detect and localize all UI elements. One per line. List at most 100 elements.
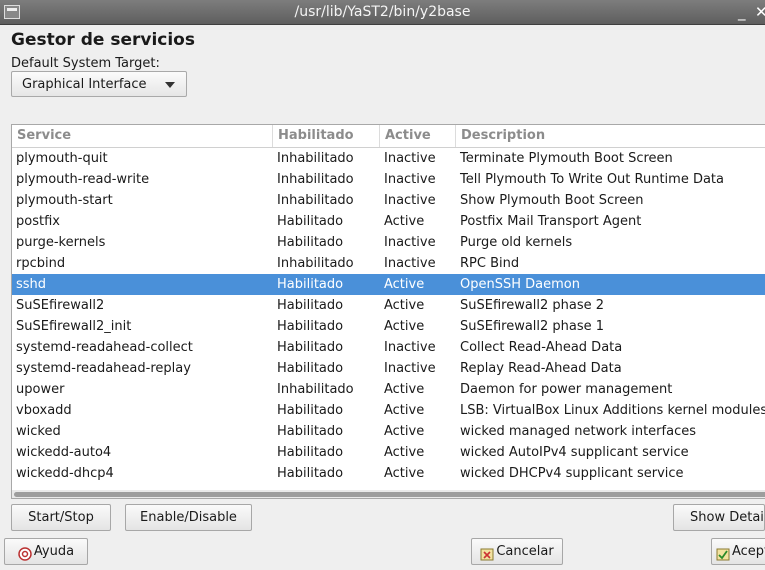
row-service: SuSEfirewall2	[16, 298, 105, 313]
cancel-button[interactable]: Cancelar	[471, 538, 563, 565]
default-target-label: Default System Target:	[11, 56, 160, 71]
row-description: Tell Plymouth To Write Out Runtime Data	[460, 172, 724, 187]
row-service: rpcbind	[16, 256, 66, 271]
row-enabled: Inhabilitado	[277, 193, 354, 208]
table-row[interactable]: wickedd-dhcp4 Habilitado Active wicked DHCP…	[12, 463, 765, 484]
window-titlebar: /usr/lib/YaST2/bin/y2base _ ✕	[0, 0, 765, 25]
row-active: Active	[384, 466, 425, 481]
row-enabled: Habilitado	[277, 277, 344, 292]
table-row[interactable]: plymouth-quit Inhabilitado Inactive Termina…	[12, 148, 765, 169]
table-row[interactable]: systemd-readahead-replay Habilitado Inacti…	[12, 358, 765, 379]
page-title: Gestor de servicios	[11, 30, 195, 50]
row-service: wickedd-auto4	[16, 445, 112, 460]
row-active: Inactive	[384, 235, 436, 250]
help-icon	[18, 545, 32, 561]
row-service: sshd	[16, 277, 47, 292]
row-active: Inactive	[384, 193, 436, 208]
row-active: Active	[384, 298, 425, 313]
row-description: LSB: VirtualBox Linux Additions kernel m…	[460, 403, 765, 418]
row-description: Postfix Mail Transport Agent	[460, 214, 642, 229]
row-enabled: Habilitado	[277, 214, 344, 229]
row-active: Inactive	[384, 172, 436, 187]
enable-disable-button[interactable]: Enable/Disable	[125, 504, 252, 531]
accept-icon	[716, 545, 730, 560]
help-button[interactable]: Ayuda	[4, 538, 88, 565]
row-active: Inactive	[384, 361, 436, 376]
row-service: systemd-readahead-collect	[16, 340, 193, 355]
table-row[interactable]: postfix Habilitado Active Postfix Mail Tran…	[12, 211, 765, 232]
row-enabled: Habilitado	[277, 361, 344, 376]
row-active: Active	[384, 382, 425, 397]
help-button-label: Ayuda	[33, 544, 75, 559]
row-service: postfix	[16, 214, 60, 229]
table-row[interactable]: upower Inhabilitado Active Daemon for power…	[12, 379, 765, 400]
row-service: plymouth-quit	[16, 151, 108, 166]
row-enabled: Habilitado	[277, 235, 344, 250]
row-active: Inactive	[384, 340, 436, 355]
show-details-button[interactable]: Show Details	[673, 504, 765, 531]
row-enabled: Inhabilitado	[277, 256, 354, 271]
row-enabled: Inhabilitado	[277, 151, 354, 166]
column-header-description[interactable]: Description	[456, 125, 765, 147]
row-service: upower	[16, 382, 65, 397]
table-row[interactable]: plymouth-start Inhabilitado Inactive Show P…	[12, 190, 765, 211]
accept-button[interactable]: Aceptar	[711, 538, 765, 565]
row-active: Active	[384, 445, 425, 460]
start-stop-button[interactable]: Start/Stop	[11, 504, 111, 531]
window-title: /usr/lib/YaST2/bin/y2base	[294, 4, 471, 20]
row-description: SuSEfirewall2 phase 1	[460, 319, 605, 334]
table-row[interactable]: systemd-readahead-collect Habilitado Inact…	[12, 337, 765, 358]
row-enabled: Inhabilitado	[277, 382, 354, 397]
table-row[interactable]: SuSEfirewall2 Habilitado Active SuSEfirewal…	[12, 295, 765, 316]
row-active: Inactive	[384, 256, 436, 271]
table-row[interactable]: plymouth-read-write Inhabilitado Inactive T…	[12, 169, 765, 190]
column-header-active[interactable]: Active	[380, 125, 456, 147]
row-active: Active	[384, 214, 425, 229]
table-row[interactable]: purge-kernels Habilitado Inactive Purge old…	[12, 232, 765, 253]
row-active: Active	[384, 319, 425, 334]
row-description: RPC Bind	[460, 256, 520, 271]
default-target-dropdown[interactable]: Graphical Interface	[11, 71, 187, 97]
row-active: Active	[384, 277, 425, 292]
row-service: SuSEfirewall2_init	[16, 319, 132, 334]
row-active: Active	[384, 424, 425, 439]
accept-button-label: Aceptar	[732, 544, 765, 559]
row-service: wickedd-dhcp4	[16, 466, 114, 481]
table-row[interactable]: SuSEfirewall2_init Habilitado Active SuSEfi…	[12, 316, 765, 337]
row-enabled: Habilitado	[277, 445, 344, 460]
row-active: Active	[384, 403, 425, 418]
row-description: wicked AutoIPv4 supplicant service	[460, 445, 689, 460]
minimize-icon[interactable]: _	[738, 2, 746, 22]
row-description: SuSEfirewall2 phase 2	[460, 298, 605, 313]
row-service: purge-kernels	[16, 235, 106, 250]
row-description: OpenSSH Daemon	[460, 277, 580, 292]
column-header-enabled[interactable]: Habilitado	[273, 125, 380, 147]
table-row[interactable]: rpcbind Inhabilitado Inactive RPC Bind	[12, 253, 765, 274]
row-enabled: Habilitado	[277, 340, 344, 355]
table-row[interactable]: wickedd-auto4 Habilitado Active wicked Auto…	[12, 442, 765, 463]
table-header: Service Habilitado Active Description	[12, 125, 765, 148]
row-enabled: Habilitado	[277, 319, 344, 334]
column-header-service[interactable]: Service	[12, 125, 273, 147]
row-active: Inactive	[384, 151, 436, 166]
cancel-button-label: Cancelar	[496, 544, 554, 559]
dropdown-arrow-icon	[165, 82, 175, 88]
row-description: wicked managed network interfaces	[460, 424, 696, 439]
row-service: wicked	[16, 424, 61, 439]
table-row[interactable]: wicked Habilitado Active wicked managed net…	[12, 421, 765, 442]
table-row[interactable]: sshd Habilitado Active OpenSSH Daemon	[12, 274, 765, 295]
services-table[interactable]: Service Habilitado Active Description pl…	[11, 124, 765, 499]
row-description: Purge old kernels	[460, 235, 573, 250]
horizontal-scrollbar[interactable]	[12, 490, 765, 498]
row-service: plymouth-read-write	[16, 172, 150, 187]
default-target-value: Graphical Interface	[22, 77, 147, 92]
row-description: Daemon for power management	[460, 382, 673, 397]
close-icon[interactable]: ✕	[755, 2, 765, 22]
scrollbar-thumb[interactable]	[14, 492, 765, 497]
row-description: Terminate Plymouth Boot Screen	[460, 151, 673, 166]
row-enabled: Habilitado	[277, 466, 344, 481]
row-service: systemd-readahead-replay	[16, 361, 191, 376]
row-service: plymouth-start	[16, 193, 113, 208]
row-enabled: Inhabilitado	[277, 172, 354, 187]
table-row[interactable]: vboxadd Habilitado Active LSB: VirtualBox L…	[12, 400, 765, 421]
